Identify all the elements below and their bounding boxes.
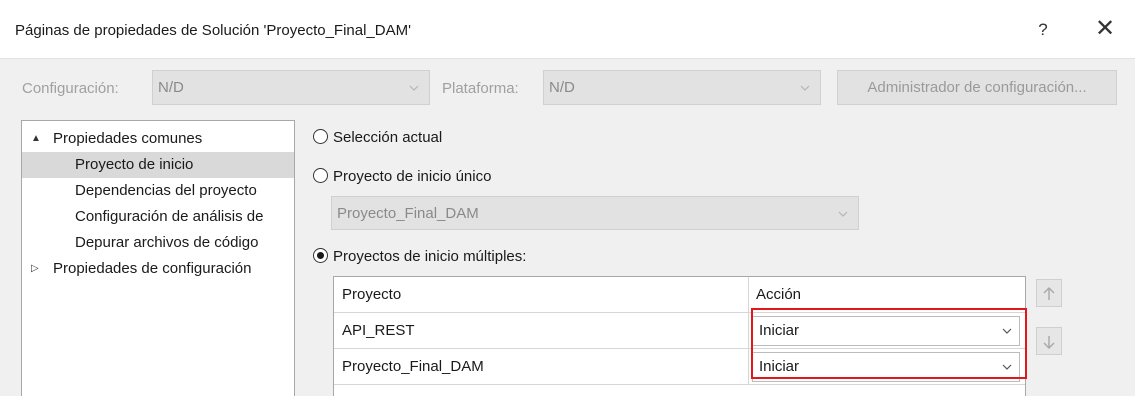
project-name-cell: Proyecto_Final_DAM (342, 358, 484, 375)
tree-item-proyecto-de-inicio[interactable]: Proyecto de inicio (22, 152, 294, 178)
radio-label: Selección actual (333, 129, 443, 146)
single-project-select[interactable]: Proyecto_Final_DAM (331, 196, 859, 230)
radio-unchecked-icon[interactable] (313, 129, 328, 144)
plataforma-value: N/D (549, 79, 575, 96)
chevron-down-icon (1002, 364, 1012, 370)
tree-item-label: Propiedades de configuración (53, 260, 252, 277)
action-select[interactable]: Iniciar (752, 316, 1020, 346)
action-select[interactable]: Iniciar (752, 352, 1020, 382)
move-up-button[interactable] (1036, 279, 1062, 307)
move-down-button[interactable] (1036, 327, 1062, 355)
help-button[interactable]: ? (1031, 16, 1055, 44)
configuration-row: Configuración: N/D Plataforma: N/D Admin… (0, 70, 1135, 108)
radio-checked-icon[interactable] (313, 248, 328, 263)
grid-header-row: Proyecto Acción (334, 277, 1025, 313)
projects-grid: Proyecto Acción API_REST Iniciar Proyect… (333, 276, 1026, 396)
chevron-down-icon (409, 85, 419, 91)
chevron-down-icon (1002, 328, 1012, 334)
arrow-up-icon (1043, 287, 1055, 300)
radio-proyecto-unico[interactable]: Proyecto de inicio único (313, 165, 491, 189)
table-row: API_REST Iniciar (334, 313, 1025, 349)
arrow-down-icon (1043, 336, 1055, 349)
radio-label: Proyecto de inicio único (333, 168, 492, 185)
project-name-cell: API_REST (342, 322, 415, 339)
table-row: Proyecto_Final_DAM Iniciar (334, 349, 1025, 385)
radio-label: Proyectos de inicio múltiples: (333, 248, 527, 265)
tree-item-label: Propiedades comunes (53, 130, 203, 147)
chevron-down-icon (800, 85, 810, 91)
action-value: Iniciar (759, 322, 800, 339)
tree-item-label: Depurar archivos de código (75, 234, 259, 251)
plataforma-select[interactable]: N/D (543, 70, 821, 105)
title-bar: Páginas de propiedades de Solución 'Proy… (0, 0, 1135, 59)
admin-config-button[interactable]: Administrador de configuración... (837, 70, 1117, 105)
tree-item-label: Dependencias del proyecto (75, 182, 257, 199)
collapse-triangle-icon[interactable]: ▲ (31, 126, 45, 152)
radio-unchecked-icon[interactable] (313, 168, 328, 183)
configuracion-label: Configuración: (22, 80, 119, 97)
configuracion-select[interactable]: N/D (152, 70, 430, 105)
column-header-accion[interactable]: Acción (748, 277, 801, 312)
tree-item-configuracion-analisis[interactable]: Configuración de análisis de (22, 204, 294, 230)
action-value: Iniciar (759, 358, 800, 375)
tree-item-propiedades-configuracion[interactable]: ▷ Propiedades de configuración (22, 256, 294, 282)
tree-item-dependencias[interactable]: Dependencias del proyecto (22, 178, 294, 204)
tree-item-depurar-archivos[interactable]: Depurar archivos de código (22, 230, 294, 256)
radio-proyectos-multiples[interactable]: Proyectos de inicio múltiples: (313, 245, 526, 269)
close-button[interactable]: ✕ (1090, 14, 1120, 44)
tree-item-label: Configuración de análisis de (75, 208, 264, 225)
plataforma-label: Plataforma: (442, 80, 519, 97)
chevron-down-icon (838, 211, 848, 217)
column-header-proyecto[interactable]: Proyecto (334, 277, 401, 312)
tree-item-label: Proyecto de inicio (75, 156, 194, 173)
single-project-value: Proyecto_Final_DAM (337, 205, 479, 222)
configuracion-value: N/D (158, 79, 184, 96)
expand-triangle-icon[interactable]: ▷ (31, 256, 45, 282)
radio-seleccion-actual[interactable]: Selección actual (313, 126, 442, 150)
property-tree: ▲ Propiedades comunes Proyecto de inicio … (21, 120, 295, 396)
window-title: Páginas de propiedades de Solución 'Proy… (15, 22, 411, 39)
tree-item-propiedades-comunes[interactable]: ▲ Propiedades comunes (22, 126, 294, 152)
